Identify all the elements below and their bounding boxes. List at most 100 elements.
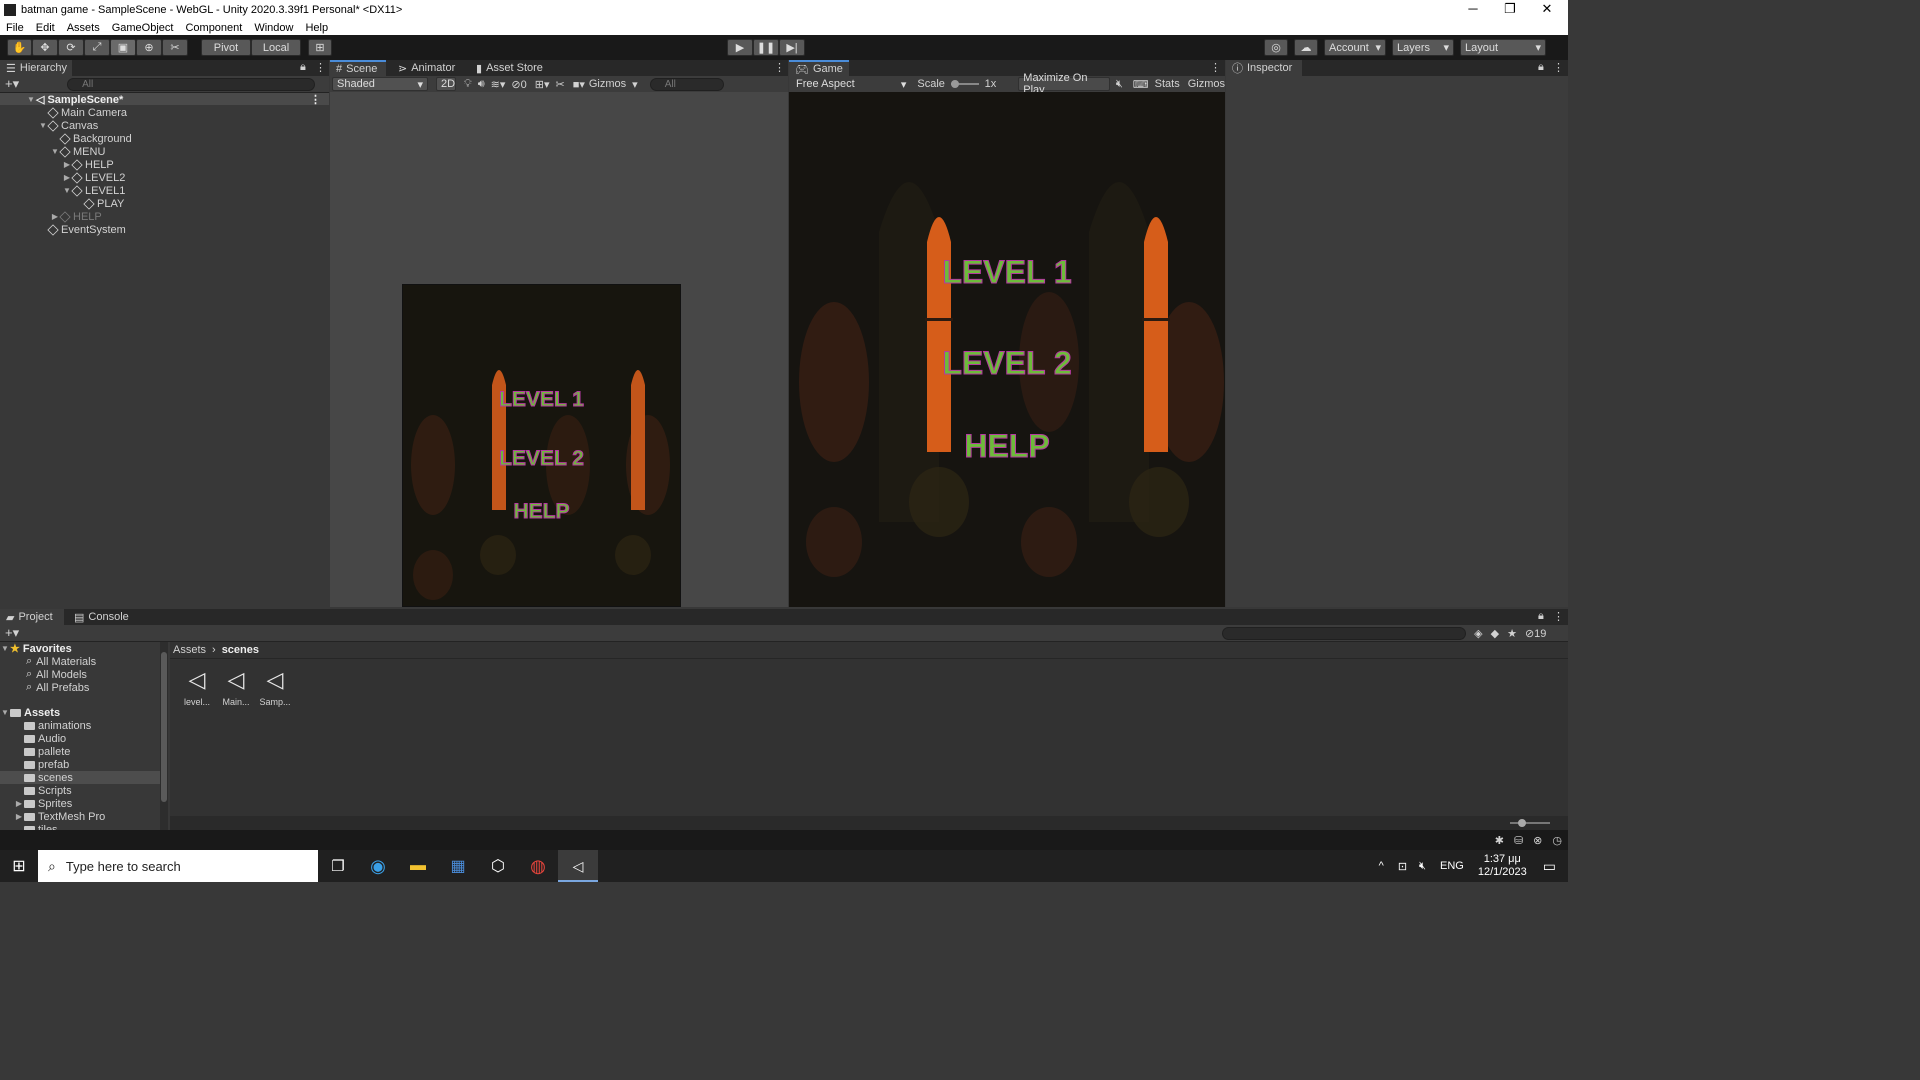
project-search-input[interactable]	[1222, 626, 1467, 640]
chevron-up-icon[interactable]: ^	[1379, 860, 1384, 872]
shading-dropdown[interactable]: Shaded ▾	[332, 77, 428, 91]
folder-item[interactable]: ▶ Sprites	[0, 797, 160, 810]
game-gizmos-toggle[interactable]: Gizmos	[1188, 78, 1225, 90]
tab-game[interactable]: 🎮︎ Game	[789, 60, 849, 76]
folder-item[interactable]: animations	[0, 719, 160, 732]
file-explorer-icon[interactable]: ▬	[398, 857, 438, 875]
mute-audio-icon[interactable]: 🔇︎	[1116, 78, 1123, 91]
clock[interactable]: 1:37 μμ 12/1/2023	[1478, 853, 1527, 879]
tab-project[interactable]: ▰ Project	[0, 609, 64, 625]
more-icon[interactable]: ⋮	[1210, 61, 1221, 74]
menu-component[interactable]: Component	[179, 22, 248, 34]
breadcrumb-scenes[interactable]: scenes	[222, 644, 259, 656]
bug-icon[interactable]: ✱	[1495, 834, 1504, 847]
scene-canvas-preview[interactable]: LEVEL 1 LEVEL 2 HELP	[402, 284, 681, 607]
scene-search-input[interactable]: All	[649, 77, 724, 91]
windows-start-icon[interactable]: ⊞	[0, 856, 38, 876]
folder-item[interactable]: pallete	[0, 745, 160, 758]
expand-arrow-icon[interactable]: ▼	[26, 95, 36, 104]
taskbar-search-box[interactable]: ⌕ Type here to search	[38, 850, 318, 882]
grid-snap-button[interactable]: ⊞	[308, 39, 332, 56]
tools-icon[interactable]: ✂	[555, 78, 564, 91]
lighting-icon[interactable]: 💡︎	[464, 78, 472, 91]
edge-icon[interactable]: ◉	[358, 856, 398, 877]
restore-button[interactable]: ❐	[1492, 0, 1528, 20]
volume-muted-icon[interactable]: 🔇︎	[1419, 860, 1426, 873]
transform-tool-button[interactable]: ⊕	[136, 39, 162, 56]
collab-button[interactable]: ◎	[1264, 39, 1288, 56]
favorite-item[interactable]: ⌕ All Materials	[0, 655, 160, 668]
assets-header[interactable]: ▼ Assets	[0, 706, 160, 719]
scale-slider[interactable]	[950, 80, 979, 88]
rect-tool-button[interactable]: ▣	[110, 39, 136, 56]
lock-icon[interactable]: 🔒︎	[300, 61, 306, 74]
hierarchy-item[interactable]: ▶ LEVEL2	[0, 171, 329, 184]
notifications-icon[interactable]: ▭	[1543, 858, 1556, 875]
more-icon[interactable]: ⋮	[1553, 610, 1564, 623]
favorites-header[interactable]: ▼ ★ Favorites	[0, 642, 160, 656]
hierarchy-item[interactable]: PLAY	[0, 197, 329, 210]
hierarchy-item[interactable]: Main Camera	[0, 106, 329, 119]
account-dropdown[interactable]: Account ▾	[1324, 39, 1386, 56]
folder-item[interactable]: scenes	[0, 771, 160, 784]
tab-inspector[interactable]: ⓘ Inspector	[1226, 60, 1302, 76]
breadcrumb-assets[interactable]: Assets	[173, 644, 206, 656]
favorite-item[interactable]: ⌕ All Models	[0, 668, 160, 681]
hand-tool-button[interactable]: ✋	[7, 39, 32, 56]
expand-arrow-icon[interactable]: ▼	[0, 708, 10, 717]
help-text[interactable]: HELP	[789, 428, 1225, 465]
asset-item[interactable]: ◁ Main...	[219, 667, 253, 707]
menu-window[interactable]: Window	[248, 22, 299, 34]
pause-button[interactable]: ❚❚	[753, 39, 779, 56]
tab-asset-store[interactable]: ▮ Asset Store	[470, 60, 550, 76]
icon-size-slider[interactable]	[1518, 819, 1526, 827]
unity-hub-icon[interactable]: ⬡	[478, 856, 518, 876]
tab-animator[interactable]: ⋗ Animator	[392, 60, 466, 76]
gizmos-dropdown[interactable]: Gizmos ▾	[589, 78, 638, 91]
hierarchy-item[interactable]: ▶ HELP	[0, 158, 329, 171]
scene-viewport[interactable]: LEVEL 1 LEVEL 2 HELP	[330, 92, 788, 607]
menu-help[interactable]: Help	[299, 22, 334, 34]
step-button[interactable]: ▶|	[779, 39, 805, 56]
more-icon[interactable]: ⋮	[774, 61, 785, 74]
custom-tool-button[interactable]: ✂	[162, 39, 188, 56]
filter-type-icon[interactable]: ◈	[1474, 627, 1482, 640]
tab-hierarchy[interactable]: ☰ Hierarchy	[0, 60, 72, 76]
label-icon[interactable]: ◆	[1491, 627, 1499, 640]
layers-dropdown[interactable]: Layers ▾	[1392, 39, 1454, 56]
create-button[interactable]: +▾	[5, 76, 19, 92]
folder-item[interactable]: Scripts	[0, 784, 160, 797]
lock-icon[interactable]: 🔒︎	[1538, 610, 1544, 623]
task-view-icon[interactable]: ❐	[318, 857, 358, 875]
network-icon[interactable]: ⊗	[1533, 834, 1542, 847]
game-viewport[interactable]: LEVEL 1 LEVEL 2 HELP	[789, 92, 1225, 607]
stats-toggle[interactable]: Stats	[1155, 78, 1180, 90]
asset-item[interactable]: ◁ level...	[180, 667, 214, 707]
close-button[interactable]: ✕	[1529, 0, 1565, 20]
hierarchy-item[interactable]: Background	[0, 132, 329, 145]
hierarchy-item[interactable]: ▶ HELP	[0, 210, 329, 223]
hidden-packages-icon[interactable]: ⊘19	[1525, 627, 1546, 640]
folder-tree-scrollbar[interactable]	[160, 642, 168, 830]
network-icon[interactable]: ⊡	[1398, 860, 1407, 873]
minimize-button[interactable]: ─	[1455, 0, 1491, 20]
scale-tool-button[interactable]: ⤢	[84, 39, 110, 56]
folder-item[interactable]: Audio	[0, 732, 160, 745]
more-icon[interactable]: ⋮	[1553, 61, 1564, 74]
favorite-item[interactable]: ⌕ All Prefabs	[0, 681, 160, 694]
menu-assets[interactable]: Assets	[61, 22, 106, 34]
tab-console[interactable]: ▤ Console	[68, 609, 130, 625]
hierarchy-item[interactable]: ▼ MENU	[0, 145, 329, 158]
tab-scene[interactable]: # Scene	[330, 60, 386, 76]
store-icon[interactable]: ▦	[438, 856, 478, 876]
more-icon[interactable]: ⋮	[310, 93, 321, 106]
more-icon[interactable]: ⋮	[315, 61, 326, 74]
scene-root[interactable]: ▼ ◁ SampleScene* ⋮	[0, 93, 329, 107]
play-button[interactable]: ▶	[727, 39, 753, 56]
aspect-dropdown[interactable]: Free Aspect ▾	[791, 77, 912, 91]
level1-text[interactable]: LEVEL 1	[789, 254, 1225, 291]
2d-toggle[interactable]: 2D	[436, 77, 456, 91]
progress-icon[interactable]: ◷	[1552, 834, 1562, 847]
maximize-on-play-toggle[interactable]: Maximize On Play	[1018, 72, 1110, 96]
grid-visibility-icon[interactable]: ⊞▾	[535, 78, 550, 91]
